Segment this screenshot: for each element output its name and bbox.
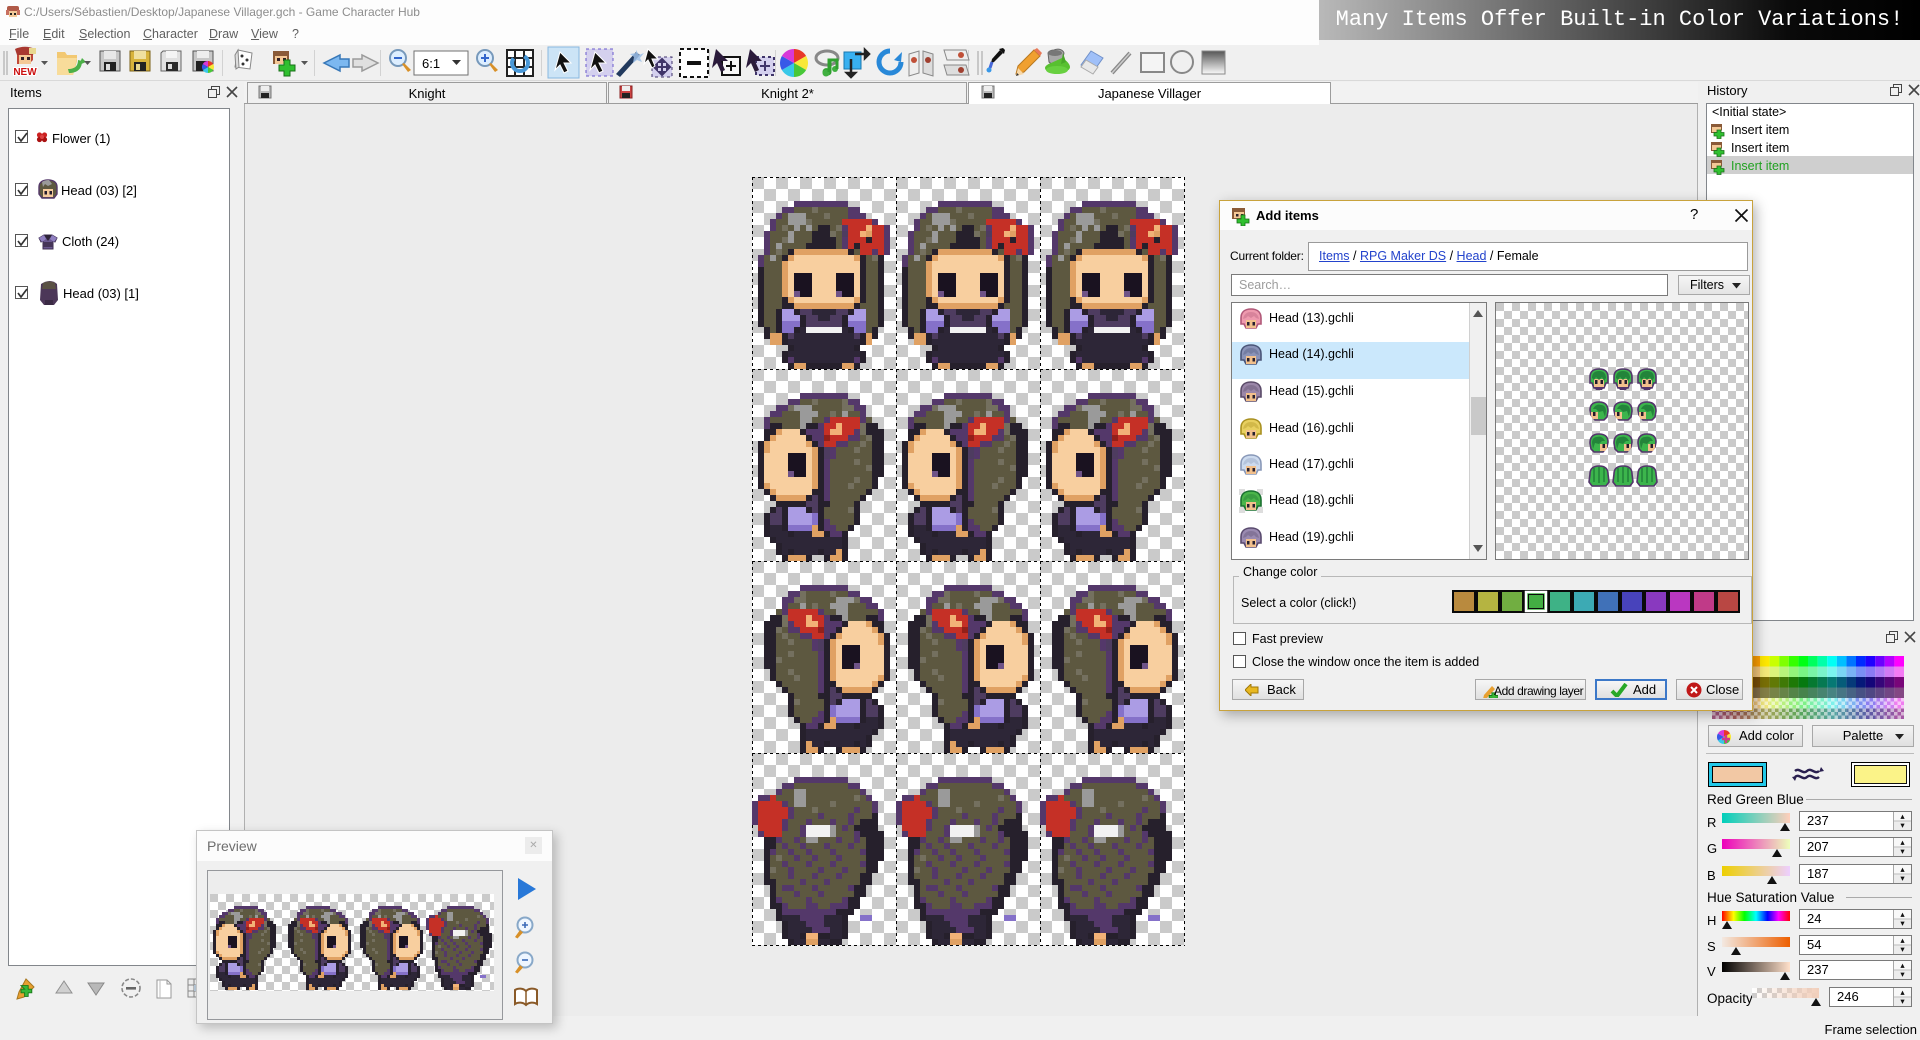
svg-text:NEW: NEW [13,67,37,78]
svg-text:6:1: 6:1 [422,56,440,71]
